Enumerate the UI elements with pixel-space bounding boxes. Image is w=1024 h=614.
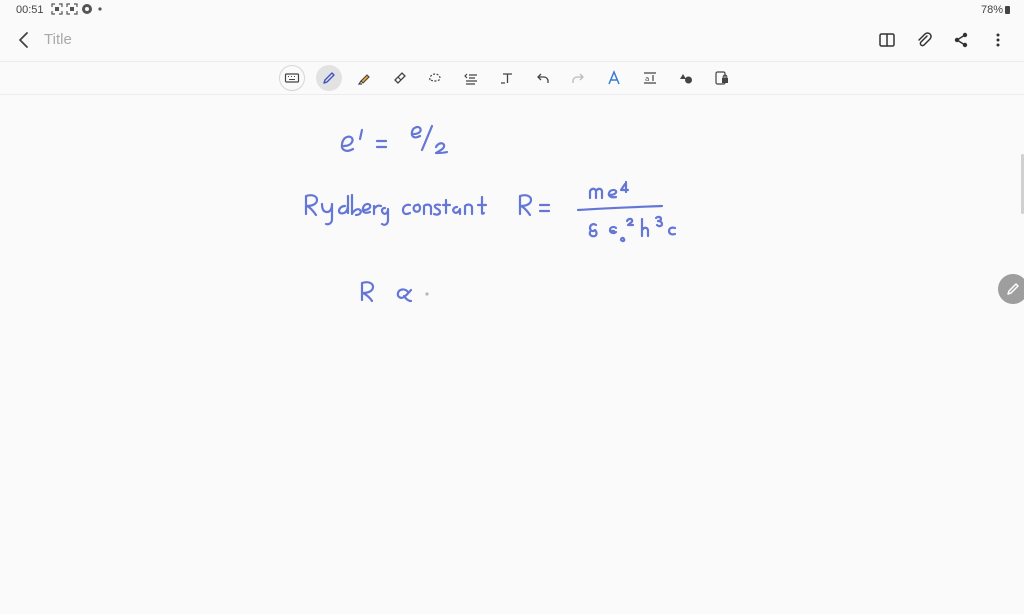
header-actions: [862, 28, 1010, 52]
more-vertical-icon: [996, 33, 1000, 47]
screenshot-icon: [66, 3, 78, 15]
highlighter-tool[interactable]: [351, 65, 377, 91]
drawing-toolbar: a: [0, 61, 1024, 95]
svg-text:a: a: [645, 75, 649, 83]
status-bar: 00:51 78%: [0, 0, 1024, 20]
redo-icon: [572, 73, 584, 83]
chrome-icon: [82, 4, 92, 14]
undo-button[interactable]: [530, 65, 556, 91]
eraser-icon: [394, 72, 406, 84]
battery-percent: 78%: [980, 4, 1003, 16]
shapes-tool[interactable]: [673, 65, 699, 91]
paperclip-icon: [918, 32, 932, 47]
note-title[interactable]: Title: [44, 31, 72, 48]
text-icon: [501, 73, 512, 84]
keyboard-tool[interactable]: [279, 65, 305, 91]
edit-floating-button[interactable]: [998, 274, 1024, 304]
pen-icon: [323, 72, 335, 84]
share-icon: [954, 32, 968, 48]
note-canvas[interactable]: [0, 94, 1024, 614]
reading-mode-button[interactable]: [875, 28, 899, 52]
keyboard-icon: [284, 73, 300, 83]
insert-text-tool[interactable]: a: [637, 65, 663, 91]
more-options-button[interactable]: [986, 28, 1010, 52]
text-mode-tool[interactable]: [494, 65, 520, 91]
eraser-tool[interactable]: [387, 65, 413, 91]
shapes-icon: [680, 74, 692, 84]
text-align-icon: [464, 73, 477, 85]
handwritten-note: [304, 124, 677, 303]
status-time: 00:51: [16, 4, 44, 16]
highlighter-icon: [357, 74, 370, 85]
battery-icon: [1005, 6, 1010, 14]
status-icons: [51, 3, 104, 15]
redo-button[interactable]: [565, 65, 591, 91]
text-box-icon: a: [644, 72, 656, 84]
screenshot-icon: [51, 3, 63, 15]
pen-tool[interactable]: [316, 65, 342, 91]
note-header: Title: [0, 20, 1024, 60]
lasso-icon: [429, 73, 441, 82]
book-icon: [879, 33, 895, 47]
ink-line-1: [340, 124, 449, 155]
cursor-dot: [425, 292, 429, 296]
ink-line-3: [360, 281, 413, 303]
share-button[interactable]: [949, 28, 973, 52]
notification-dot-icon: [98, 7, 102, 11]
attach-button[interactable]: [912, 28, 936, 52]
battery-indicator: 78%: [981, 4, 1010, 16]
undo-icon: [537, 73, 549, 83]
lasso-tool[interactable]: [422, 65, 448, 91]
ai-writing-tool[interactable]: [601, 65, 627, 91]
page-lock-icon: [715, 71, 728, 85]
chevron-left-icon: [19, 32, 28, 48]
lock-tool[interactable]: [709, 65, 735, 91]
back-button[interactable]: [12, 28, 36, 52]
ai-pen-icon: [608, 70, 620, 85]
shape-tool[interactable]: [458, 65, 484, 91]
pencil-icon: [1007, 283, 1019, 295]
ink-line-2: [304, 180, 677, 243]
